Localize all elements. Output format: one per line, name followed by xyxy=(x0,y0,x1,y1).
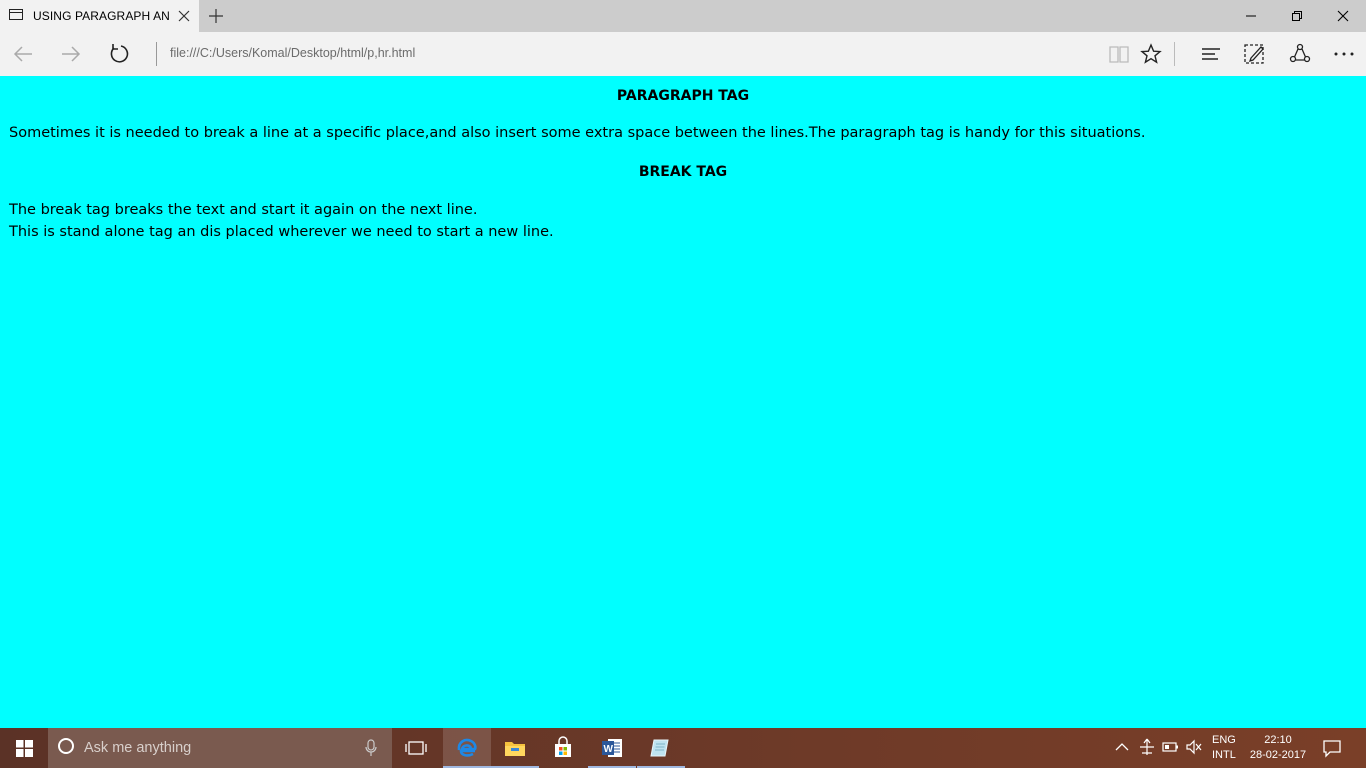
start-button[interactable] xyxy=(0,728,48,768)
toolbar-separator xyxy=(1174,42,1175,66)
share-button[interactable] xyxy=(1277,32,1323,76)
action-center-icon[interactable] xyxy=(1322,738,1342,758)
airplane-mode-icon[interactable] xyxy=(1138,738,1156,756)
web-note-icon xyxy=(1244,44,1264,64)
navigation-bar: file:///C:/Users/Komal/Desktop/html/p,hr… xyxy=(0,32,1366,76)
file-explorer-icon xyxy=(505,742,525,756)
edge-icon xyxy=(457,738,477,757)
svg-text:W: W xyxy=(604,744,614,755)
page-icon xyxy=(9,9,23,20)
address-separator xyxy=(156,42,157,66)
taskbar-file-explorer[interactable] xyxy=(491,728,539,768)
microphone-icon[interactable] xyxy=(364,739,378,757)
paragraph-text: Sometimes it is needed to break a line a… xyxy=(9,125,1146,141)
volume-muted-icon[interactable] xyxy=(1185,738,1203,756)
word-icon: W xyxy=(602,739,622,757)
minimize-icon xyxy=(1246,15,1256,17)
share-icon xyxy=(1289,43,1311,63)
forward-arrow-icon xyxy=(62,46,81,62)
break-heading: BREAK TAG xyxy=(638,164,728,180)
restore-icon xyxy=(1292,11,1302,21)
favorite-button[interactable] xyxy=(1128,32,1174,76)
new-tab-icon[interactable] xyxy=(207,7,225,25)
back-arrow-icon xyxy=(13,46,32,62)
taskbar-notepad[interactable] xyxy=(637,728,685,768)
back-button[interactable] xyxy=(0,32,46,76)
browser-tab[interactable]: USING PARAGRAPH AN xyxy=(0,0,199,32)
restore-button[interactable] xyxy=(1274,0,1320,32)
close-window-button[interactable] xyxy=(1320,0,1366,32)
more-icon xyxy=(1334,52,1354,56)
language-code: ENG xyxy=(1212,734,1236,746)
close-tab-icon[interactable] xyxy=(176,8,192,24)
notepad-icon xyxy=(650,739,669,757)
search-box[interactable]: Ask me anything xyxy=(48,728,392,768)
break-text-line-1: The break tag breaks the text and start … xyxy=(9,202,478,218)
clock-date: 28-02-2017 xyxy=(1249,749,1307,761)
refresh-button[interactable] xyxy=(96,32,142,76)
store-icon xyxy=(555,736,571,757)
paragraph-heading: PARAGRAPH TAG xyxy=(616,88,750,104)
forward-button[interactable] xyxy=(48,32,94,76)
tab-title: USING PARAGRAPH AN xyxy=(33,9,170,23)
hub-icon xyxy=(1202,48,1220,60)
battery-icon[interactable] xyxy=(1162,738,1180,756)
clock-time: 22:10 xyxy=(1264,734,1292,746)
clock[interactable]: 22:10 28-02-2017 xyxy=(1246,733,1310,763)
taskbar: Ask me anything W ENG INTL 22:10 28-02-2… xyxy=(0,728,1366,768)
keyboard-layout: INTL xyxy=(1212,749,1236,761)
taskbar-store[interactable] xyxy=(539,728,587,768)
star-icon xyxy=(1140,43,1162,64)
taskbar-word[interactable]: W xyxy=(588,728,636,768)
chevron-up-icon[interactable] xyxy=(1114,738,1130,756)
cortana-icon xyxy=(58,738,74,754)
task-view-button[interactable] xyxy=(392,728,440,768)
more-button[interactable] xyxy=(1321,32,1366,76)
address-bar[interactable]: file:///C:/Users/Komal/Desktop/html/p,hr… xyxy=(170,46,415,60)
refresh-icon xyxy=(110,44,129,63)
search-placeholder: Ask me anything xyxy=(84,740,192,756)
web-note-button[interactable] xyxy=(1232,32,1278,76)
task-view-icon xyxy=(405,741,427,755)
language-indicator[interactable]: ENG INTL xyxy=(1212,733,1236,763)
break-text-line-2: This is stand alone tag an dis placed wh… xyxy=(9,224,554,240)
taskbar-edge[interactable] xyxy=(443,728,491,768)
page-content: PARAGRAPH TAG Sometimes it is needed to … xyxy=(0,76,1366,728)
title-bar: USING PARAGRAPH AN xyxy=(0,0,1366,32)
windows-logo-icon xyxy=(16,740,33,757)
close-icon xyxy=(1337,10,1349,22)
hub-button[interactable] xyxy=(1188,32,1234,76)
minimize-button[interactable] xyxy=(1228,0,1274,32)
